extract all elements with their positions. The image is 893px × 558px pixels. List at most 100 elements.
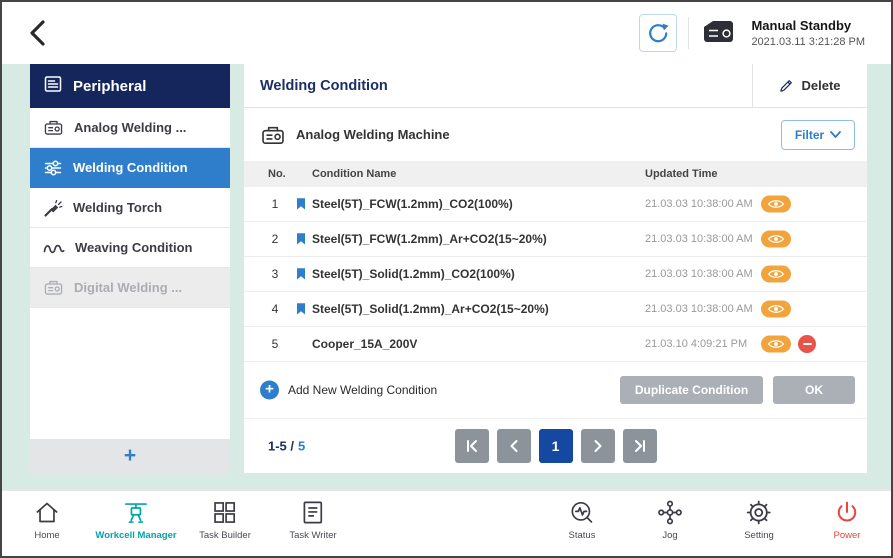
nav-task-writer[interactable]: Task Writer (289, 499, 336, 541)
next-page-icon (591, 439, 605, 453)
next-page-button[interactable] (581, 429, 615, 463)
sidebar-item-analog-welding[interactable]: Analog Welding ... (30, 108, 230, 148)
welding-machine-icon (43, 117, 64, 138)
delete-button[interactable]: Delete (752, 64, 867, 107)
eye-icon (767, 199, 785, 210)
grid-icon (212, 499, 239, 526)
sidebar-title: Peripheral (73, 78, 146, 95)
nav-label: Workcell Manager (95, 530, 176, 541)
nav-power[interactable]: Power (834, 499, 861, 541)
panel-header: Welding Condition Delete (244, 64, 867, 108)
condition-name: Steel(5T)_Solid(1.2mm)_CO2(100%) (312, 267, 515, 281)
visibility-toggle[interactable] (761, 336, 791, 353)
top-bar-right: Manual Standby 2021.03.11 3:21:28 PM (639, 2, 865, 64)
column-condition-name: Condition Name (312, 168, 396, 180)
bookmark-icon (296, 303, 306, 316)
table-header: No. Condition Name Updated Time (244, 161, 867, 187)
column-updated-time: Updated Time (645, 168, 718, 180)
sidebar-item-label: Welding Condition (73, 160, 188, 175)
pencil-icon (779, 78, 794, 93)
last-page-icon (633, 439, 647, 453)
robot-status: Manual Standby (751, 18, 865, 33)
bottom-nav: Home Workcell Manager Task Builder Task … (2, 490, 891, 556)
first-page-button[interactable] (455, 429, 489, 463)
condition-name: Steel(5T)_Solid(1.2mm)_Ar+CO2(15~20%) (312, 302, 549, 316)
eye-icon (767, 269, 785, 280)
sidebar-item-label: Welding Torch (73, 200, 162, 215)
machine-name: Analog Welding Machine (296, 127, 771, 142)
prev-page-button[interactable] (497, 429, 531, 463)
nav-label: Task Writer (289, 530, 336, 541)
last-page-button[interactable] (623, 429, 657, 463)
delete-button-label: Delete (801, 78, 840, 93)
add-new-condition-label[interactable]: Add New Welding Condition (288, 383, 437, 397)
nav-workcell-manager[interactable]: Workcell Manager (95, 499, 176, 541)
bookmark-icon (296, 233, 306, 246)
chevron-down-icon (830, 131, 841, 138)
refresh-button[interactable] (639, 14, 677, 52)
nav-home[interactable]: Home (34, 499, 61, 541)
sidebar-item-weaving-condition[interactable]: Weaving Condition (30, 228, 230, 268)
row-number: 1 (268, 197, 282, 211)
sidebar: Peripheral Analog Welding ... Welding Co… (30, 64, 230, 473)
duplicate-condition-button[interactable]: Duplicate Condition (620, 376, 763, 404)
table-row[interactable]: 3 Steel(5T)_Solid(1.2mm)_CO2(100%) 21.03… (244, 257, 867, 292)
table-row[interactable]: 1 Steel(5T)_FCW(1.2mm)_CO2(100%) 21.03.0… (244, 187, 867, 222)
filter-button-label: Filter (795, 128, 824, 142)
row-number: 5 (268, 337, 282, 351)
nav-setting[interactable]: Setting (744, 499, 774, 541)
condition-name: Steel(5T)_FCW(1.2mm)_Ar+CO2(15~20%) (312, 232, 547, 246)
first-page-icon (465, 439, 479, 453)
machine-row: Analog Welding Machine Filter (244, 108, 867, 161)
add-row: + Add New Welding Condition Duplicate Co… (244, 362, 867, 418)
panel-title: Welding Condition (244, 64, 752, 107)
sidebar-item-welding-torch[interactable]: Welding Torch (30, 188, 230, 228)
chevron-left-icon (28, 19, 46, 47)
visibility-toggle[interactable] (761, 196, 791, 213)
visibility-toggle[interactable] (761, 301, 791, 318)
ok-button[interactable]: OK (773, 376, 855, 404)
torch-icon (43, 198, 63, 218)
updated-time: 21.03.03 10:38:00 AM (645, 268, 753, 280)
plus-circle-icon[interactable]: + (260, 381, 279, 400)
nav-status[interactable]: Status (569, 499, 596, 541)
sidebar-item-label: Digital Welding ... (74, 280, 182, 295)
nav-label: Power (834, 530, 861, 541)
back-button[interactable] (28, 19, 54, 47)
nav-label: Jog (662, 530, 677, 541)
add-peripheral-button[interactable]: + (30, 439, 230, 473)
table-row[interactable]: 4 Steel(5T)_Solid(1.2mm)_Ar+CO2(15~20%) … (244, 292, 867, 327)
remove-condition-button[interactable] (798, 335, 816, 353)
filter-button[interactable]: Filter (781, 120, 855, 150)
visibility-toggle[interactable] (761, 266, 791, 283)
nav-label: Status (569, 530, 596, 541)
updated-time: 21.03.03 10:38:00 AM (645, 303, 753, 315)
document-icon (300, 499, 327, 526)
sidebar-item-digital-welding: Digital Welding ... (30, 268, 230, 308)
nav-task-builder[interactable]: Task Builder (199, 499, 251, 541)
sidebar-header-peripheral: Peripheral (30, 64, 230, 108)
sidebar-filler (30, 308, 230, 439)
jog-pad-icon (657, 499, 684, 526)
table-row[interactable]: 2 Steel(5T)_FCW(1.2mm)_Ar+CO2(15~20%) 21… (244, 222, 867, 257)
nav-jog[interactable]: Jog (657, 499, 684, 541)
row-number: 3 (268, 267, 282, 281)
condition-name: Steel(5T)_FCW(1.2mm)_CO2(100%) (312, 197, 513, 211)
table-row[interactable]: 5 Cooper_15A_200V 21.03.10 4:09:21 PM (244, 327, 867, 362)
welding-condition-panel: Welding Condition Delete Analog Welding … (244, 64, 867, 473)
sliders-icon (43, 158, 63, 178)
visibility-toggle[interactable] (761, 231, 791, 248)
top-bar: Manual Standby 2021.03.11 3:21:28 PM (2, 2, 891, 64)
app-screen: Manual Standby 2021.03.11 3:21:28 PM Per… (0, 0, 893, 558)
column-no: No. (268, 168, 286, 180)
bookmark-icon (296, 268, 306, 281)
sidebar-item-welding-condition[interactable]: Welding Condition (30, 148, 230, 188)
current-page-button[interactable]: 1 (539, 429, 573, 463)
pagination-row: 1-5 /5 1 (244, 418, 867, 473)
prev-page-icon (507, 439, 521, 453)
nav-label: Task Builder (199, 530, 251, 541)
updated-time: 21.03.03 10:38:00 AM (645, 233, 753, 245)
refresh-icon (647, 22, 669, 44)
nav-label: Setting (744, 530, 774, 541)
condition-name: Cooper_15A_200V (312, 337, 417, 351)
